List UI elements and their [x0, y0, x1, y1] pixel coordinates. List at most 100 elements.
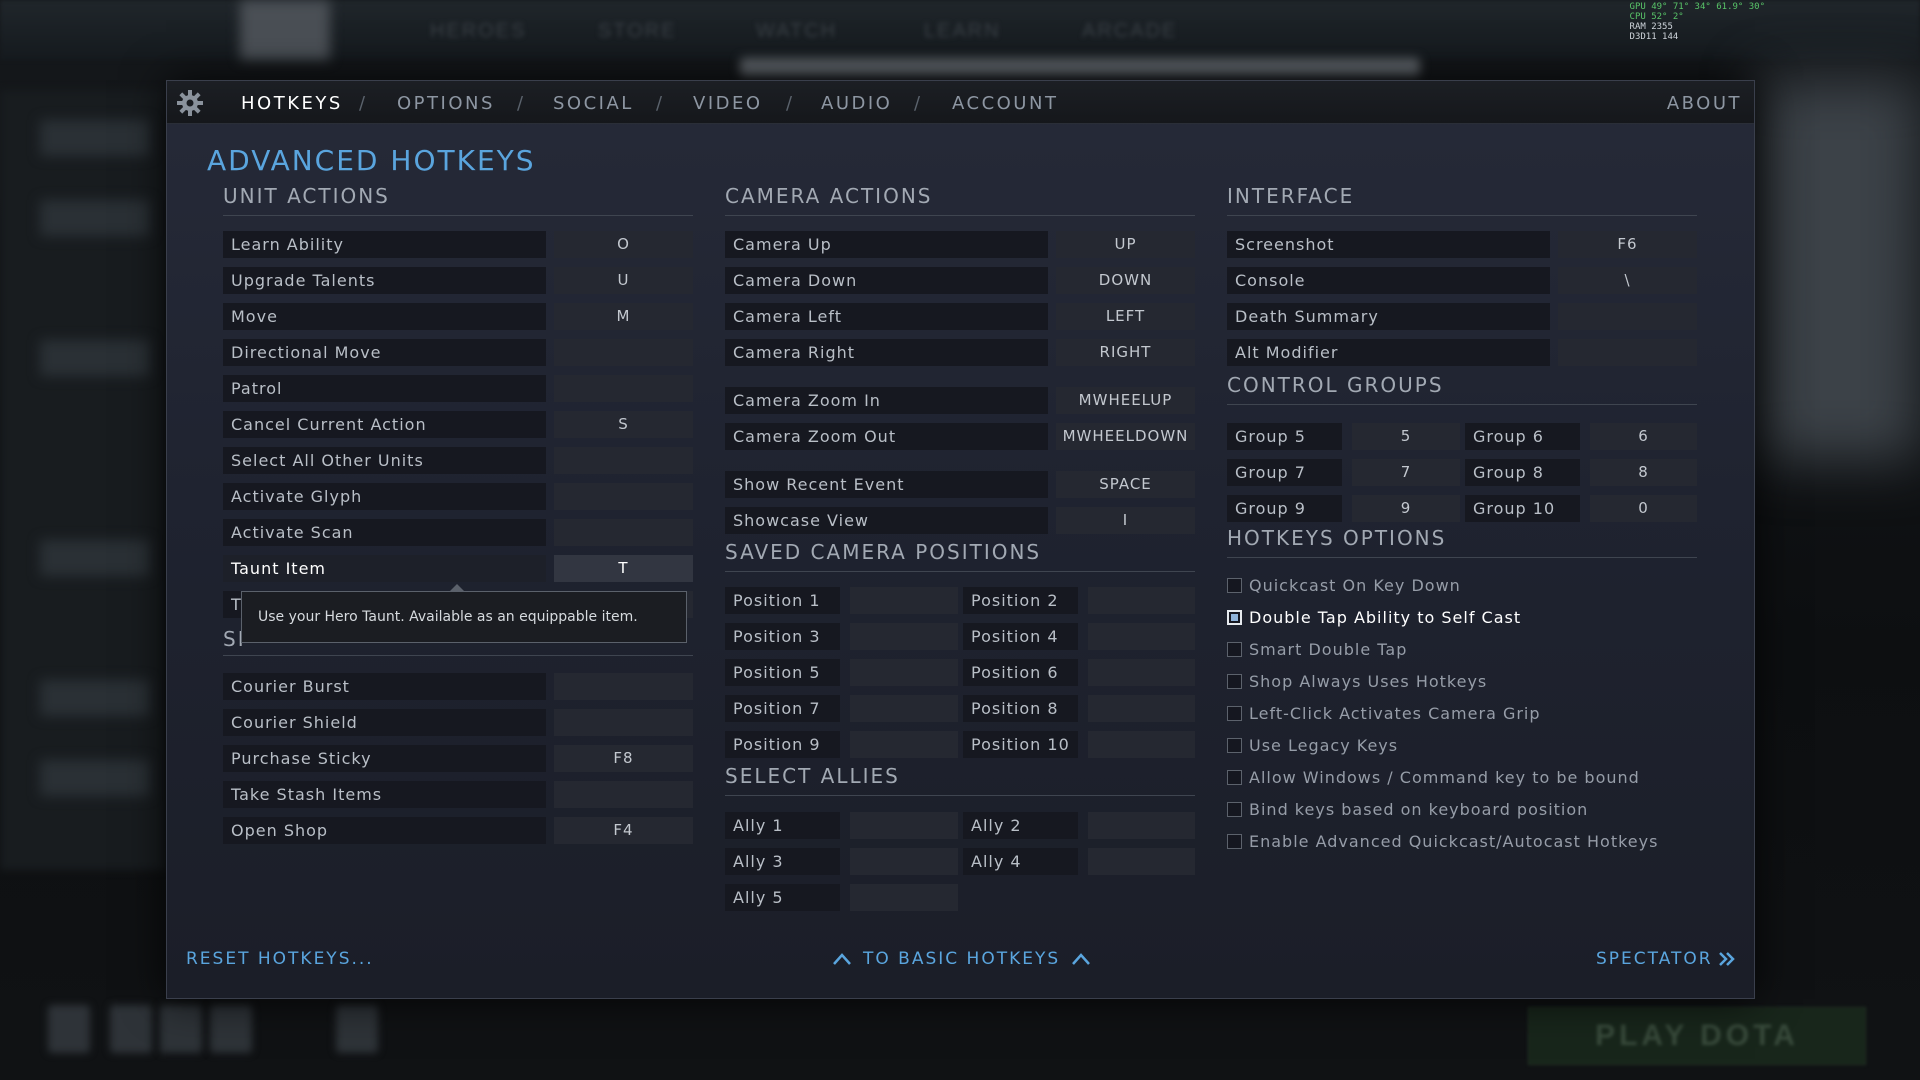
friend-icon[interactable]	[210, 1005, 252, 1053]
tab-audio[interactable]: AUDIO	[821, 93, 892, 114]
hotkey-binding[interactable]: 8	[1590, 459, 1697, 486]
hotkey-label: Screenshot	[1227, 231, 1550, 258]
nav-learn[interactable]: LEARN	[924, 20, 1001, 43]
checkbox-label[interactable]: Allow Windows / Command key to be bound	[1249, 767, 1640, 789]
checkbox[interactable]	[1227, 578, 1242, 593]
hotkey-label: Ally 2	[963, 812, 1078, 839]
checkbox[interactable]	[1227, 738, 1242, 753]
hotkey-label: Group 9	[1227, 495, 1342, 522]
hotkey-binding[interactable]	[850, 848, 958, 875]
checkbox[interactable]	[1227, 770, 1242, 785]
hotkey-binding[interactable]: F6	[1558, 231, 1697, 258]
hotkey-label: Ally 3	[725, 848, 840, 875]
hotkey-binding[interactable]: DOWN	[1056, 267, 1195, 294]
hotkey-binding[interactable]: 7	[1352, 459, 1460, 486]
checkbox-label[interactable]: Enable Advanced Quickcast/Autocast Hotke…	[1249, 831, 1658, 853]
party-icon[interactable]	[336, 1005, 378, 1053]
hotkey-binding[interactable]	[1558, 339, 1697, 366]
tab-social[interactable]: SOCIAL	[553, 93, 634, 114]
hotkey-binding[interactable]	[554, 519, 693, 546]
hotkey-binding[interactable]	[850, 659, 958, 686]
checkbox[interactable]	[1227, 802, 1242, 817]
hotkey-binding[interactable]: M	[554, 303, 693, 330]
hotkey-binding[interactable]: I	[1056, 507, 1195, 534]
hotkey-binding[interactable]	[554, 673, 693, 700]
nav-arcade[interactable]: ARCADE	[1082, 20, 1177, 43]
hotkey-binding[interactable]: RIGHT	[1056, 339, 1195, 366]
hotkey-binding[interactable]: F4	[554, 817, 693, 844]
hotkey-binding[interactable]: T	[554, 555, 693, 582]
tab-about[interactable]: ABOUT	[1667, 93, 1742, 114]
checkbox[interactable]	[1227, 610, 1242, 625]
hotkey-binding[interactable]	[1088, 695, 1195, 722]
hotkey-binding[interactable]	[850, 623, 958, 650]
hotkey-binding[interactable]	[554, 447, 693, 474]
checkbox-label[interactable]: Quickcast On Key Down	[1249, 575, 1461, 597]
hotkey-binding[interactable]	[554, 483, 693, 510]
hotkey-binding[interactable]: F8	[554, 745, 693, 772]
hotkey-binding[interactable]: MWHEELDOWN	[1056, 423, 1195, 450]
hero-portrait-blurred	[240, 0, 330, 60]
hotkey-binding[interactable]	[1088, 623, 1195, 650]
checkbox[interactable]	[1227, 706, 1242, 721]
hotkey-binding[interactable]	[1088, 812, 1195, 839]
nav-watch[interactable]: WATCH	[756, 20, 837, 43]
hotkey-binding[interactable]: U	[554, 267, 693, 294]
nav-heroes[interactable]: HEROES	[430, 20, 526, 43]
hotkey-binding[interactable]	[1088, 587, 1195, 614]
chat-icon[interactable]	[48, 1005, 90, 1053]
checkbox[interactable]	[1227, 674, 1242, 689]
hotkey-binding[interactable]: MWHEELUP	[1056, 387, 1195, 414]
tab-video[interactable]: VIDEO	[693, 93, 763, 114]
hotkey-binding[interactable]	[1088, 731, 1195, 758]
hotkey-binding[interactable]: UP	[1056, 231, 1195, 258]
gear-icon[interactable]	[175, 88, 205, 118]
battlepass-bar-blurred	[740, 58, 1420, 76]
tab-hotkeys[interactable]: HOTKEYS	[241, 93, 343, 114]
hotkey-binding[interactable]	[554, 781, 693, 808]
tooltip-arrow	[450, 584, 464, 591]
hotkey-binding[interactable]	[554, 339, 693, 366]
checkbox[interactable]	[1227, 834, 1242, 849]
friend-icon[interactable]	[110, 1005, 152, 1053]
checkbox-label[interactable]: Left-Click Activates Camera Grip	[1249, 703, 1541, 725]
hotkey-binding[interactable]: 6	[1590, 423, 1697, 450]
hotkey-label: Position 8	[963, 695, 1078, 722]
hotkey-binding[interactable]: 0	[1590, 495, 1697, 522]
tab-account[interactable]: ACCOUNT	[952, 93, 1058, 114]
hotkey-label: Group 7	[1227, 459, 1342, 486]
friend-icon[interactable]	[160, 1005, 202, 1053]
tab-options[interactable]: OPTIONS	[397, 93, 495, 114]
spectator-button[interactable]: SPECTATOR	[1596, 949, 1735, 969]
play-dota-button[interactable]: PLAY DOTA	[1528, 1007, 1866, 1065]
checkbox-label[interactable]: Smart Double Tap	[1249, 639, 1407, 661]
checkbox-label[interactable]: Bind keys based on keyboard position	[1249, 799, 1588, 821]
checkbox-label[interactable]: Double Tap Ability to Self Cast	[1249, 607, 1521, 629]
hotkey-binding[interactable]	[554, 375, 693, 402]
hotkey-binding[interactable]: 5	[1352, 423, 1460, 450]
hotkey-binding[interactable]	[554, 709, 693, 736]
nav-store[interactable]: STORE	[598, 20, 677, 43]
hotkey-binding[interactable]	[1088, 659, 1195, 686]
hotkey-binding[interactable]	[850, 731, 958, 758]
hotkey-binding[interactable]: S	[554, 411, 693, 438]
page-title: ADVANCED HOTKEYS	[207, 144, 536, 177]
checkbox[interactable]	[1227, 642, 1242, 657]
hotkey-binding[interactable]: 9	[1352, 495, 1460, 522]
hotkey-binding[interactable]: O	[554, 231, 693, 258]
hotkey-label: Group 5	[1227, 423, 1342, 450]
hotkey-binding[interactable]	[1558, 303, 1697, 330]
to-basic-hotkeys-button[interactable]: TO BASIC HOTKEYS	[833, 949, 1091, 969]
reset-hotkeys-button[interactable]: RESET HOTKEYS...	[186, 949, 374, 969]
hotkey-binding[interactable]	[850, 812, 958, 839]
hotkey-binding[interactable]: SPACE	[1056, 471, 1195, 498]
hotkey-binding[interactable]	[850, 587, 958, 614]
hotkey-binding[interactable]	[1088, 848, 1195, 875]
hotkey-binding[interactable]	[850, 695, 958, 722]
hotkey-binding[interactable]: LEFT	[1056, 303, 1195, 330]
hotkey-binding[interactable]	[850, 884, 958, 911]
section-divider	[223, 215, 693, 216]
hotkey-binding[interactable]: \	[1558, 267, 1697, 294]
checkbox-label[interactable]: Use Legacy Keys	[1249, 735, 1398, 757]
checkbox-label[interactable]: Shop Always Uses Hotkeys	[1249, 671, 1487, 693]
